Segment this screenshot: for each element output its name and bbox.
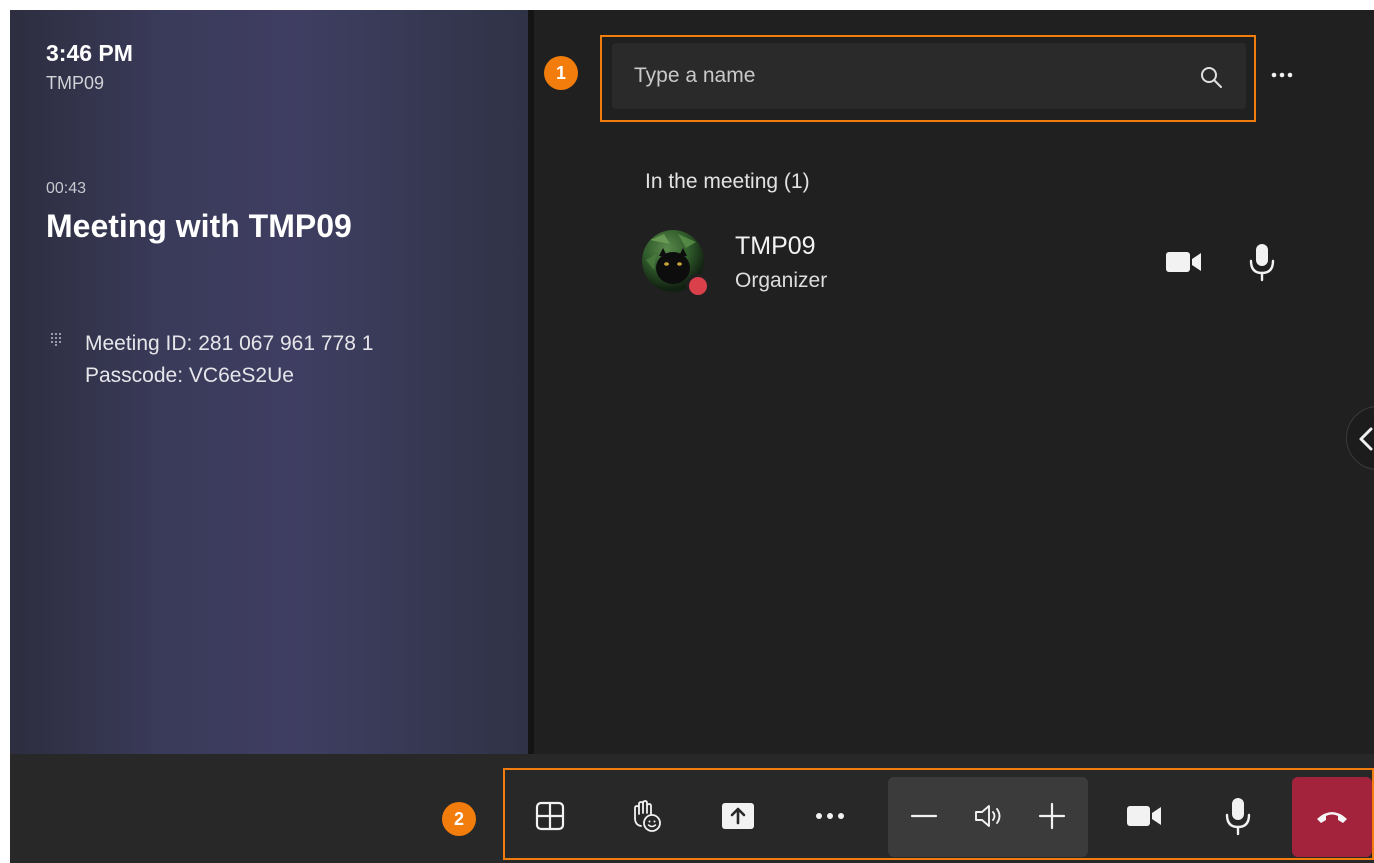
layout-button[interactable] <box>520 786 580 846</box>
microphone-icon[interactable] <box>1248 242 1276 282</box>
volume-down-icon <box>910 814 938 818</box>
raise-hand-button[interactable] <box>615 786 675 846</box>
microphone-icon <box>1225 798 1251 836</box>
meeting-duration: 00:43 <box>46 180 87 197</box>
camera-toggle-button[interactable] <box>1114 786 1174 846</box>
hang-up-icon <box>1317 812 1347 823</box>
search-input[interactable] <box>612 43 1182 109</box>
more-options-icon <box>816 813 844 819</box>
collapse-panel-button[interactable] <box>1346 406 1374 470</box>
participants-section-header: In the meeting (1) <box>645 170 810 193</box>
dialpad-icon <box>51 333 61 346</box>
share-screen-icon <box>722 803 754 829</box>
annotation-badge-2: 2 <box>442 802 476 836</box>
search-box[interactable] <box>612 43 1246 109</box>
video-camera-icon <box>1127 806 1161 826</box>
meeting-title: Meeting with TMP09 <box>46 208 352 244</box>
video-camera-icon[interactable] <box>1165 248 1203 276</box>
chevron-left-icon <box>1359 427 1373 451</box>
status-badge <box>686 274 710 298</box>
meeting-window: 3:46 PM TMP09 00:43 Meeting with TMP09 M… <box>10 10 1374 863</box>
current-time: 3:46 PM <box>46 40 133 66</box>
more-actions-button[interactable] <box>800 786 860 846</box>
participant-name: TMP09 <box>735 232 816 260</box>
raise-hand-react-icon <box>634 800 661 832</box>
search-icon[interactable] <box>1199 65 1223 89</box>
volume-up-icon <box>1038 802 1066 830</box>
volume-up-button[interactable] <box>1026 786 1078 846</box>
meeting-info-panel: 3:46 PM TMP09 00:43 Meeting with TMP09 M… <box>10 10 528 754</box>
share-screen-button[interactable] <box>708 786 768 846</box>
meeting-id: Meeting ID: 281 067 961 778 1 <box>85 332 374 355</box>
volume-down-button[interactable] <box>898 786 950 846</box>
device-name: TMP09 <box>46 73 105 93</box>
hang-up-button[interactable] <box>1292 777 1372 857</box>
more-options-icon[interactable] <box>1266 60 1298 90</box>
annotation-badge-1: 1 <box>544 56 578 90</box>
speaker-icon <box>975 805 1001 827</box>
participant-role: Organizer <box>735 269 828 292</box>
layout-grid-icon <box>535 801 565 831</box>
speaker-button[interactable] <box>962 786 1014 846</box>
meeting-passcode: Passcode: VC6eS2Ue <box>85 364 294 387</box>
panel-divider <box>528 10 534 754</box>
mic-toggle-button[interactable] <box>1208 786 1268 846</box>
